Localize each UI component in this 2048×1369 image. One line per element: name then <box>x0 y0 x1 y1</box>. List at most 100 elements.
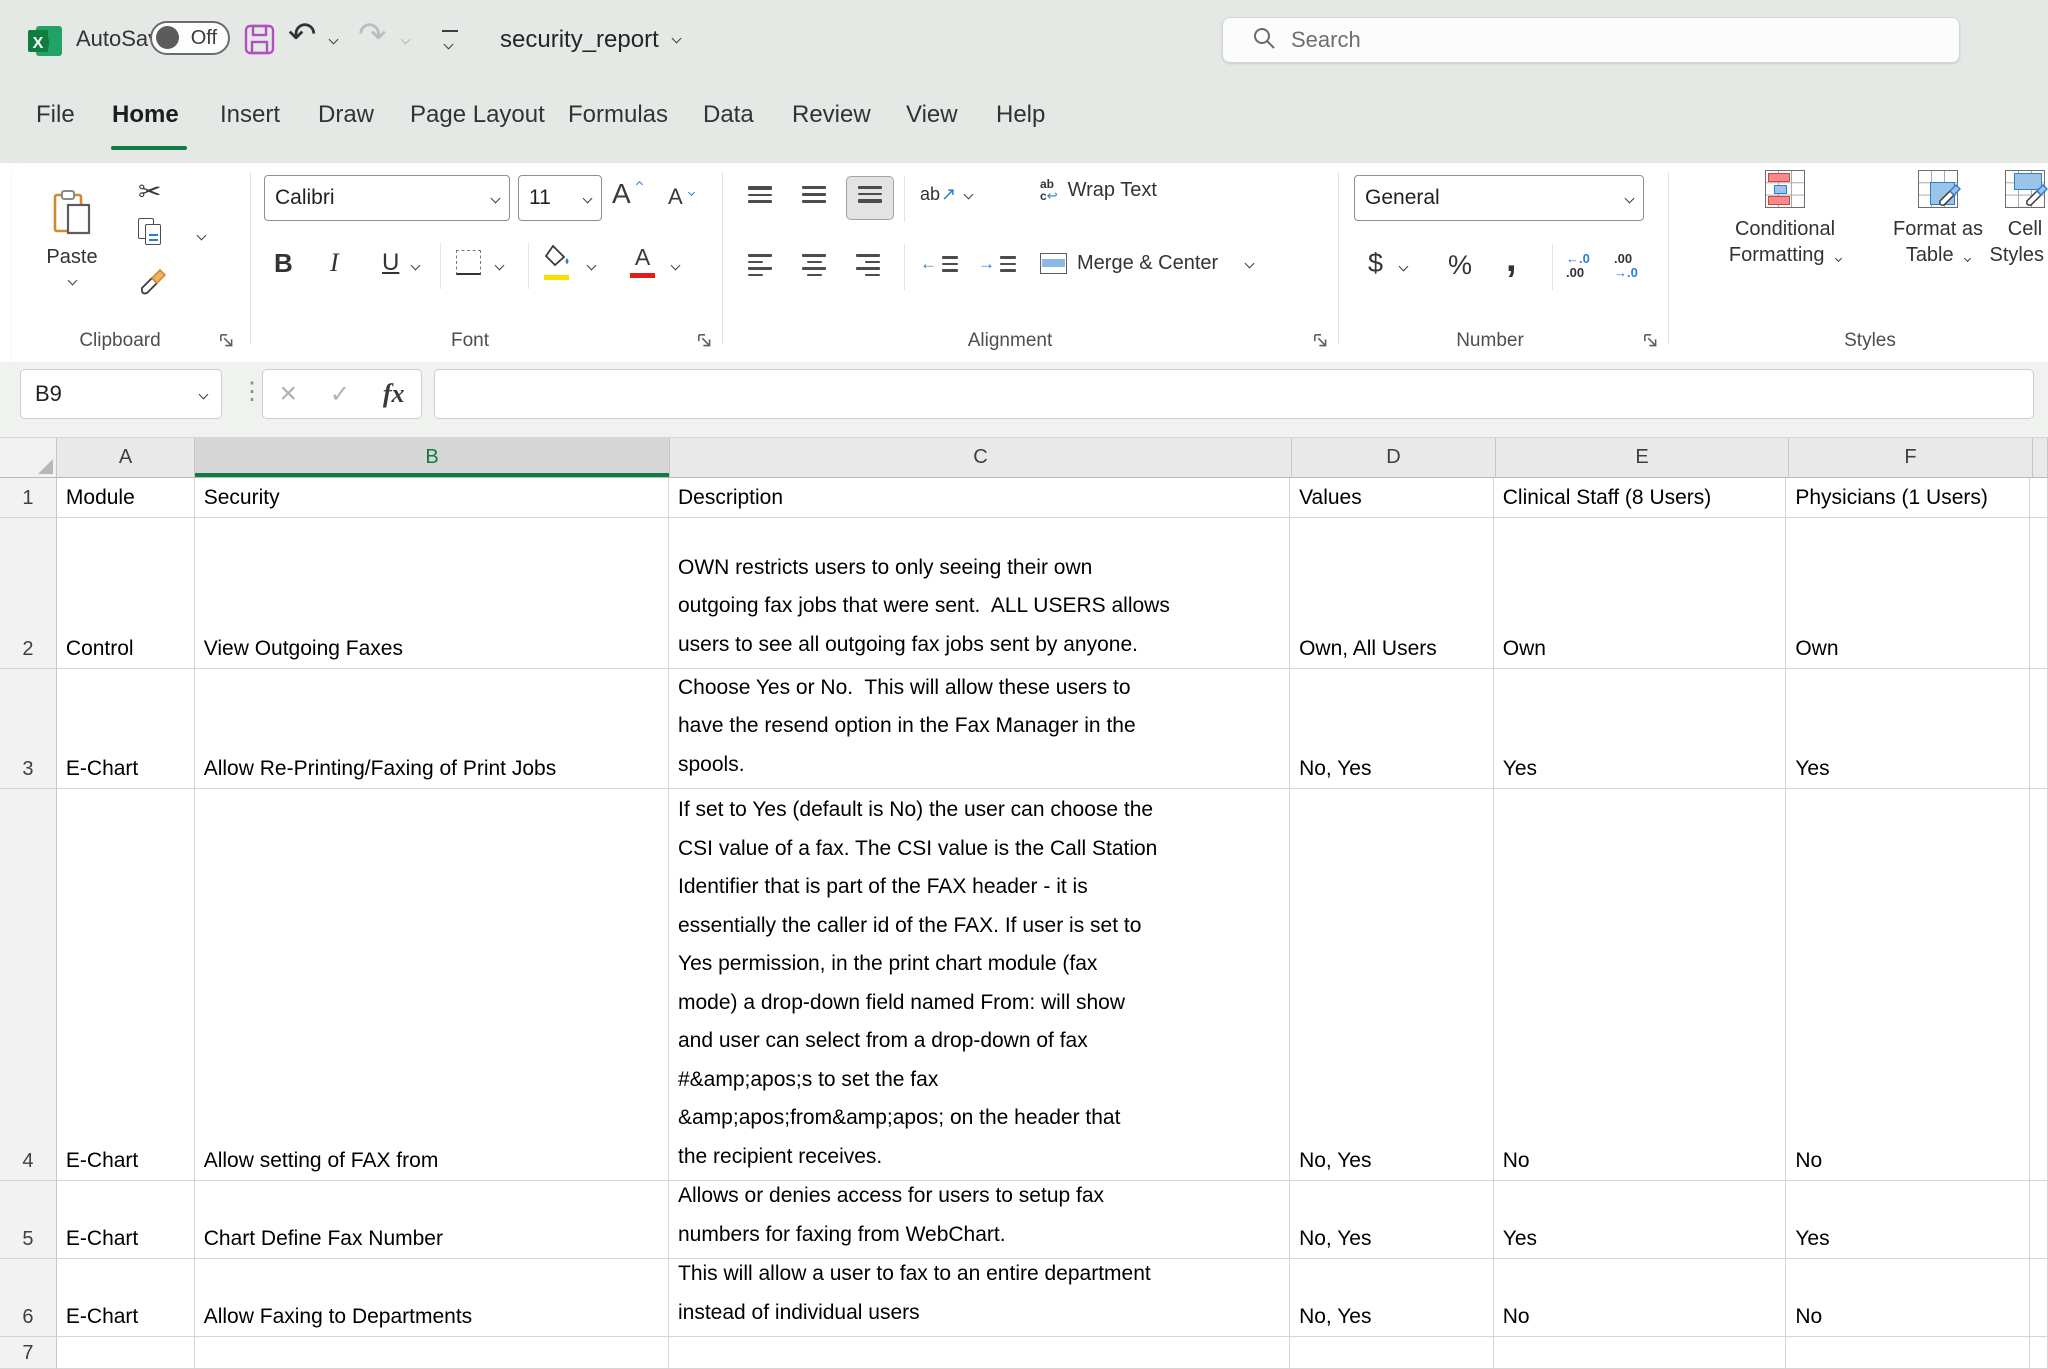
cell-C2[interactable]: OWN restricts users to only seeing their… <box>669 518 1290 669</box>
row-header-7[interactable]: 7 <box>0 1337 57 1369</box>
number-dialog-launcher-icon[interactable] <box>1642 332 1659 354</box>
column-header-b[interactable]: B <box>195 438 670 478</box>
font-size-select[interactable]: 11 <box>518 175 602 221</box>
cell-F2[interactable]: Own <box>1786 518 2030 669</box>
cell-A2[interactable]: Control <box>57 518 195 669</box>
cell-B7[interactable] <box>195 1337 669 1369</box>
cell-E1[interactable]: Clinical Staff (8 Users) <box>1494 478 1787 518</box>
cell-D6[interactable]: No, Yes <box>1290 1259 1494 1337</box>
cell-B4[interactable]: Allow setting of FAX from <box>195 789 669 1181</box>
cell-F3[interactable]: Yes <box>1786 669 2030 789</box>
tab-page-layout[interactable]: Page Layout <box>410 101 545 129</box>
align-right-icon[interactable] <box>856 254 880 276</box>
fill-color-icon[interactable] <box>544 244 571 280</box>
cell-G3[interactable] <box>2030 669 2048 789</box>
column-header-a[interactable]: A <box>57 438 195 478</box>
customize-quick-access-icon[interactable] <box>442 30 458 53</box>
decrease-decimal-icon[interactable]: .00→.0 <box>1614 252 1638 280</box>
conditional-formatting-button[interactable]: Conditional Formatting <box>1700 170 1870 268</box>
cell-E6[interactable]: No <box>1494 1259 1787 1337</box>
copy-icon[interactable] <box>138 218 162 246</box>
search-input[interactable]: Search <box>1222 17 1960 63</box>
cell-E4[interactable]: No <box>1494 789 1787 1181</box>
name-box[interactable]: B9 <box>20 369 222 419</box>
cell-B3[interactable]: Allow Re-Printing/Faxing of Print Jobs <box>195 669 669 789</box>
name-box-resize-dots-icon[interactable]: ⋮ <box>240 380 264 404</box>
cell-G4[interactable] <box>2030 789 2048 1181</box>
italic-button[interactable]: I <box>330 248 339 278</box>
align-top-icon[interactable] <box>748 186 772 203</box>
align-center-icon[interactable] <box>802 254 826 276</box>
autosave-toggle[interactable]: Off <box>150 21 230 55</box>
cell-E2[interactable]: Own <box>1494 518 1787 669</box>
number-format-select[interactable]: General <box>1354 175 1644 221</box>
comma-style-icon[interactable]: , <box>1506 238 1517 281</box>
row-header-6[interactable]: 6 <box>0 1259 57 1337</box>
column-header-c[interactable]: C <box>670 438 1292 478</box>
cut-icon[interactable]: ✂ <box>138 178 161 206</box>
cell-C3[interactable]: Choose Yes or No. This will allow these … <box>669 669 1290 789</box>
currency-icon[interactable]: $ <box>1368 248 1383 279</box>
cell-B6[interactable]: Allow Faxing to Departments <box>195 1259 669 1337</box>
tab-formulas[interactable]: Formulas <box>568 101 668 129</box>
cell-A1[interactable]: Module <box>57 478 195 518</box>
formula-input[interactable] <box>434 369 2034 419</box>
insert-function-icon[interactable]: fx <box>383 379 405 409</box>
shrink-font-button[interactable]: A <box>668 184 683 210</box>
borders-icon[interactable] <box>456 250 481 275</box>
tab-file[interactable]: File <box>36 101 75 129</box>
orientation-icon[interactable]: ab ↗ <box>920 184 972 205</box>
clipboard-dialog-launcher-icon[interactable] <box>218 332 235 354</box>
grow-font-button[interactable]: A <box>612 178 631 210</box>
merge-center-button[interactable]: Merge & Center <box>1040 252 1253 275</box>
cell-E5[interactable]: Yes <box>1494 1181 1787 1259</box>
paste-button[interactable]: Paste <box>30 168 114 304</box>
cell-E3[interactable]: Yes <box>1494 669 1787 789</box>
cell-A7[interactable] <box>57 1337 195 1369</box>
cell-B2[interactable]: View Outgoing Faxes <box>195 518 669 669</box>
cell-D1[interactable]: Values <box>1290 478 1494 518</box>
cell-G2[interactable] <box>2030 518 2048 669</box>
cell-B1[interactable]: Security <box>195 478 669 518</box>
cell-C4[interactable]: If set to Yes (default is No) the user c… <box>669 789 1290 1181</box>
row-header-2[interactable]: 2 <box>0 518 57 669</box>
cell-D7[interactable] <box>1290 1337 1494 1369</box>
cell-G7[interactable] <box>2030 1337 2048 1369</box>
bold-button[interactable]: B <box>274 248 293 279</box>
cell-F5[interactable]: Yes <box>1786 1181 2030 1259</box>
tab-data[interactable]: Data <box>703 101 754 129</box>
cell-D4[interactable]: No, Yes <box>1290 789 1494 1181</box>
tab-insert[interactable]: Insert <box>220 101 280 129</box>
cell-G6[interactable] <box>2030 1259 2048 1337</box>
cell-G1[interactable] <box>2030 478 2048 518</box>
align-middle-icon[interactable] <box>802 186 826 203</box>
decrease-indent-icon[interactable]: ← <box>920 254 958 274</box>
save-icon[interactable] <box>243 23 276 61</box>
align-left-icon[interactable] <box>748 254 772 276</box>
row-header-4[interactable]: 4 <box>0 789 57 1181</box>
cell-F6[interactable]: No <box>1786 1259 2030 1337</box>
select-all-button[interactable] <box>0 438 57 478</box>
font-dialog-launcher-icon[interactable] <box>696 332 713 354</box>
increase-indent-icon[interactable]: → <box>978 254 1016 274</box>
cell-F7[interactable] <box>1786 1337 2030 1369</box>
column-header-e[interactable]: E <box>1496 438 1789 478</box>
font-color-icon[interactable]: A <box>630 244 655 278</box>
font-family-select[interactable]: Calibri <box>264 175 510 221</box>
cell-G5[interactable] <box>2030 1181 2048 1259</box>
cell-C7[interactable] <box>669 1337 1290 1369</box>
tab-view[interactable]: View <box>906 101 958 129</box>
tab-draw[interactable]: Draw <box>318 101 374 129</box>
percent-icon[interactable]: % <box>1448 250 1472 281</box>
column-header-g-partial[interactable] <box>2033 438 2048 478</box>
column-header-d[interactable]: D <box>1292 438 1496 478</box>
cell-C1[interactable]: Description <box>669 478 1290 518</box>
cell-A5[interactable]: E-Chart <box>57 1181 195 1259</box>
cell-C5[interactable]: Allows or denies access for users to set… <box>669 1181 1290 1259</box>
cell-C6[interactable]: This will allow a user to fax to an enti… <box>669 1259 1290 1337</box>
workbook-title[interactable]: security_report <box>500 26 680 54</box>
tab-home[interactable]: Home <box>112 101 179 129</box>
row-header-3[interactable]: 3 <box>0 669 57 789</box>
row-header-1[interactable]: 1 <box>0 478 57 518</box>
cell-D5[interactable]: No, Yes <box>1290 1181 1494 1259</box>
